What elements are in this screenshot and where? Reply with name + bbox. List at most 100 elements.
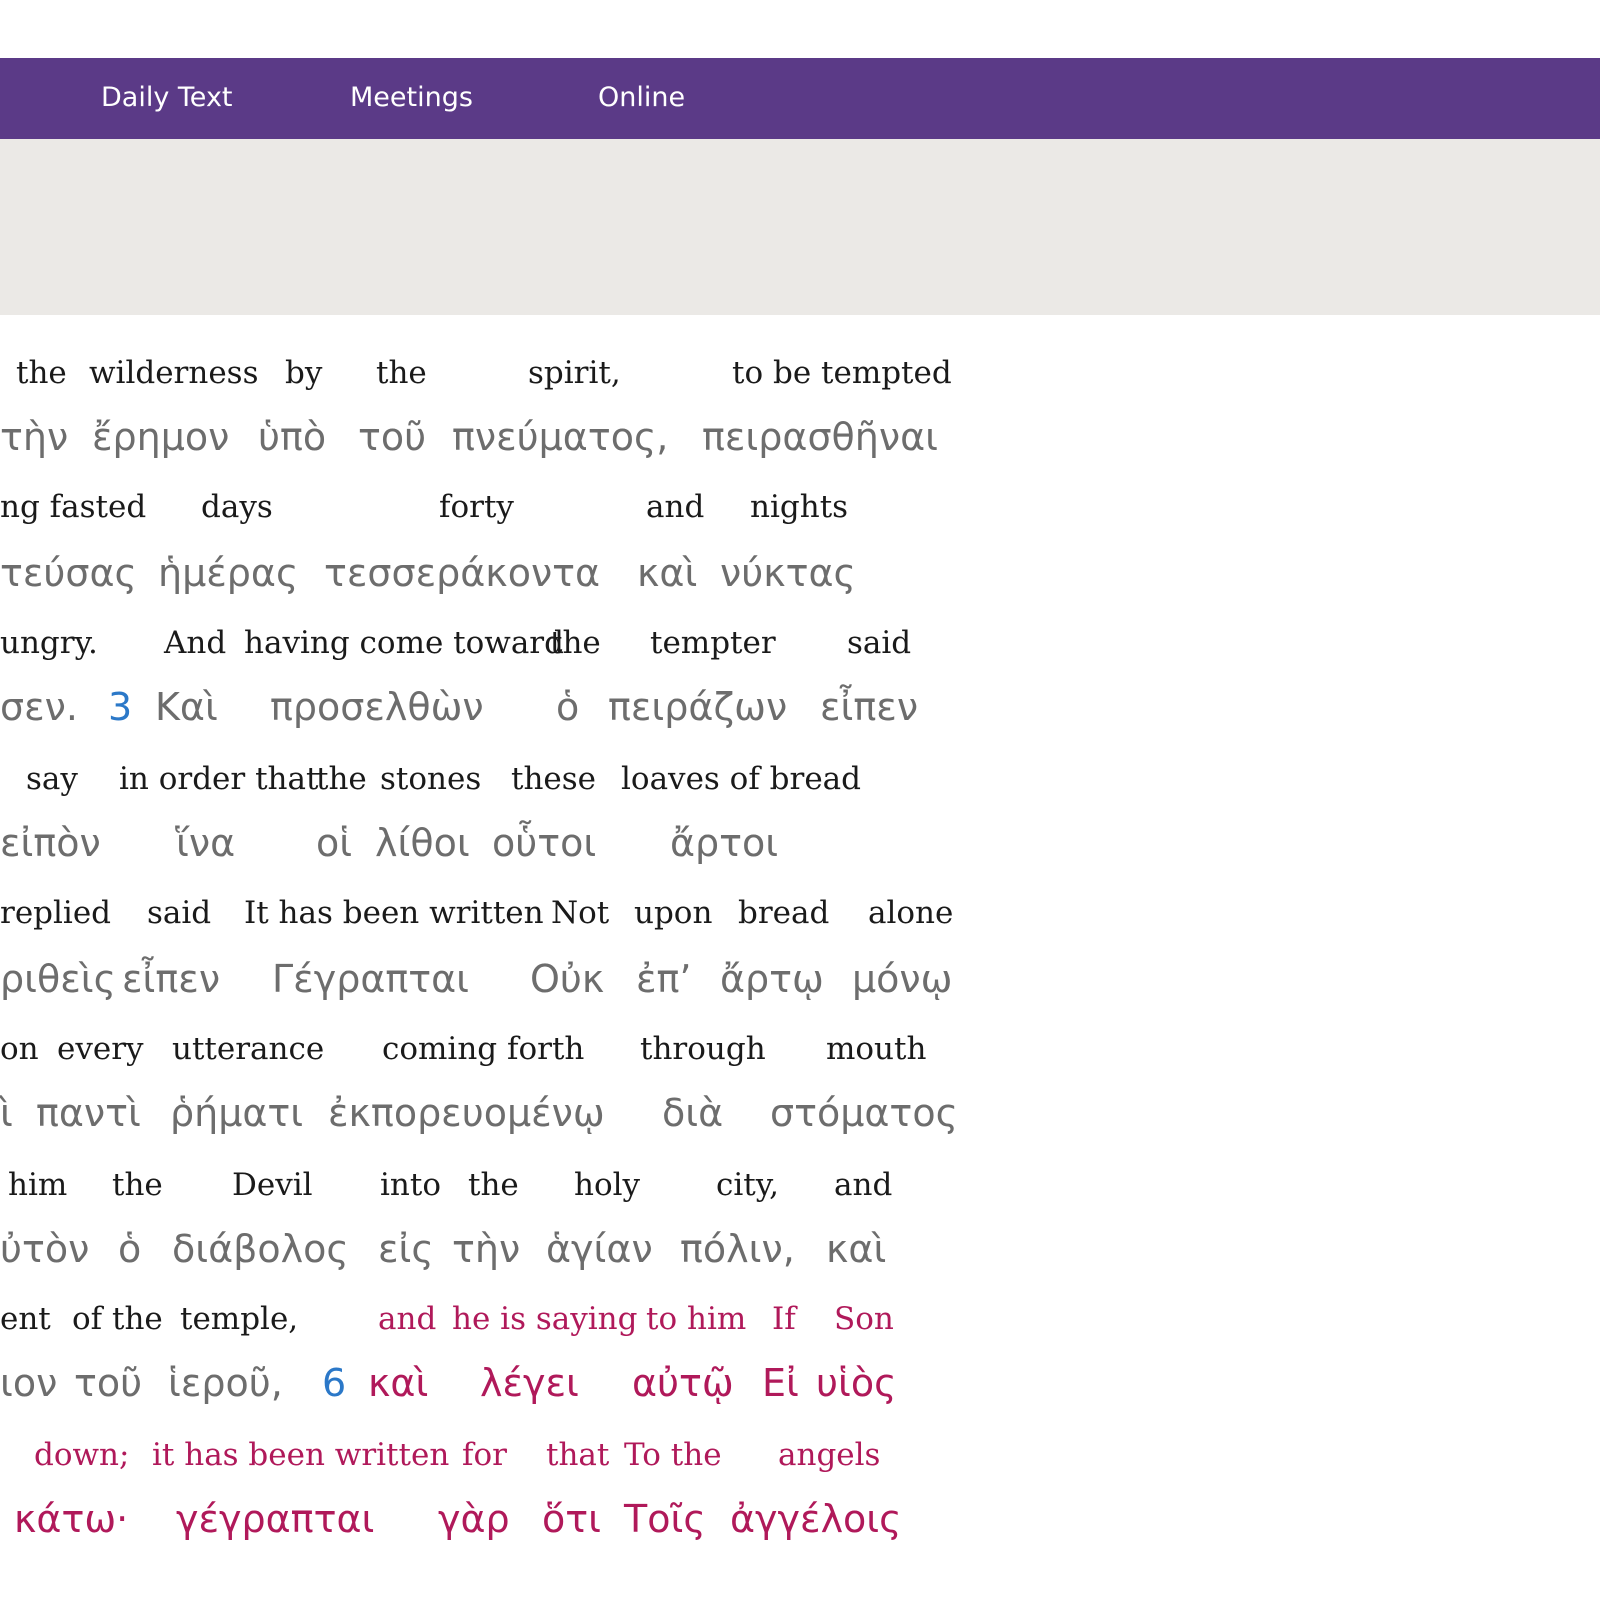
greek-word: ἱεροῦ, bbox=[168, 1361, 283, 1405]
greek-word-red: κάτω· bbox=[14, 1497, 129, 1541]
english-word: holy bbox=[574, 1167, 641, 1203]
greek-word: ὑπὸ bbox=[258, 415, 327, 459]
greek-word-red: γέγραπται bbox=[176, 1497, 375, 1541]
english-word: in order that bbox=[119, 761, 319, 797]
english-word: the bbox=[16, 355, 67, 391]
greek-word: ἔρημον bbox=[92, 415, 230, 459]
english-word: say bbox=[26, 761, 78, 797]
greek-word: ἐκπορευομένῳ bbox=[328, 1091, 605, 1135]
english-word: through bbox=[640, 1031, 766, 1067]
greek-word: ὁ bbox=[556, 685, 580, 729]
english-word-red: If bbox=[772, 1301, 796, 1337]
greek-word-red: καὶ bbox=[368, 1361, 429, 1405]
english-word-red: to him bbox=[646, 1301, 747, 1337]
english-word: and bbox=[834, 1167, 893, 1203]
english-word: by bbox=[285, 355, 323, 391]
greek-word: τοῦ bbox=[358, 415, 427, 459]
greek-word: ἵνα bbox=[176, 821, 236, 865]
english-word: into bbox=[380, 1167, 442, 1203]
english-word: It has been written bbox=[244, 895, 544, 931]
verse-number[interactable]: 6 bbox=[322, 1361, 346, 1405]
english-word: said bbox=[147, 895, 212, 931]
english-word: the bbox=[468, 1167, 519, 1203]
greek-word: λίθοι bbox=[375, 821, 470, 865]
greek-word: τὴν bbox=[0, 415, 69, 459]
nav-meetings-link[interactable]: Meetings bbox=[350, 82, 473, 113]
greek-word: ριθεὶς bbox=[0, 957, 116, 1001]
greek-word: στόματος bbox=[770, 1091, 958, 1135]
greek-word: Οὐκ bbox=[530, 957, 605, 1001]
greek-word-red: λέγει bbox=[480, 1361, 579, 1405]
greek-word: καὶ bbox=[826, 1227, 887, 1271]
greek-word: τεύσας bbox=[0, 551, 137, 595]
greek-word-red: γὰρ bbox=[438, 1497, 510, 1541]
greek-word-red: Εἰ bbox=[762, 1361, 799, 1405]
greek-word: διὰ bbox=[662, 1091, 724, 1135]
greek-word: σεν. bbox=[0, 685, 78, 729]
english-word: replied bbox=[0, 895, 112, 931]
greek-word: ἄρτοι bbox=[670, 821, 779, 865]
greek-word: τὴν bbox=[452, 1227, 521, 1271]
english-word: the bbox=[316, 761, 367, 797]
english-word: loaves of bread bbox=[621, 761, 862, 797]
english-word: these bbox=[511, 761, 597, 797]
english-word: the bbox=[376, 355, 427, 391]
verse-number[interactable]: 3 bbox=[108, 685, 132, 729]
greek-word: διάβολος bbox=[172, 1227, 349, 1271]
greek-word: ἁγίαν bbox=[546, 1227, 653, 1271]
english-word: ng fasted bbox=[0, 489, 147, 525]
greek-word: εἰς bbox=[378, 1227, 434, 1271]
english-word: temple, bbox=[180, 1301, 299, 1337]
greek-word: οἱ bbox=[316, 821, 353, 865]
greek-word-red: αὐτῷ bbox=[632, 1361, 734, 1405]
english-word: the bbox=[550, 625, 601, 661]
english-word: forty bbox=[439, 489, 514, 525]
english-word: him bbox=[8, 1167, 68, 1203]
english-word-red: down; bbox=[34, 1437, 130, 1473]
header-banner bbox=[0, 139, 1600, 315]
english-word: nights bbox=[750, 489, 849, 525]
english-word: stones bbox=[380, 761, 482, 797]
english-word-red: and bbox=[378, 1301, 437, 1337]
english-word: days bbox=[201, 489, 273, 525]
english-word: wilderness bbox=[89, 355, 259, 391]
english-word: the bbox=[112, 1167, 163, 1203]
english-word-red: he is saying bbox=[452, 1301, 638, 1337]
greek-word: εἰπὸν bbox=[0, 821, 101, 865]
greek-word: ῥήματι bbox=[170, 1091, 304, 1135]
main-nav-bar: Daily Text Meetings Online bbox=[0, 58, 1600, 139]
greek-word-red: ἀγγέλοις bbox=[730, 1497, 902, 1541]
english-word: on bbox=[0, 1031, 39, 1067]
english-word-red: that bbox=[546, 1437, 610, 1473]
english-word-red: it has been written bbox=[152, 1437, 450, 1473]
greek-word: ἡμέρας bbox=[158, 551, 299, 595]
greek-word: προσελθὼν bbox=[270, 685, 484, 729]
nav-daily-text-link[interactable]: Daily Text bbox=[101, 82, 233, 113]
greek-word: πόλιν, bbox=[680, 1227, 795, 1271]
english-word: and bbox=[646, 489, 705, 525]
greek-word: πνεύματος, bbox=[452, 415, 669, 459]
greek-word: ιον bbox=[0, 1361, 58, 1405]
greek-word: καὶ bbox=[637, 551, 698, 595]
greek-word: ἐπ’ bbox=[636, 957, 692, 1001]
english-word: Devil bbox=[232, 1167, 313, 1203]
top-strip bbox=[0, 0, 1600, 58]
greek-word-red: υἱὸς bbox=[816, 1361, 897, 1405]
english-word: mouth bbox=[826, 1031, 927, 1067]
english-word: of the bbox=[72, 1301, 163, 1337]
english-word: And bbox=[164, 625, 227, 661]
english-word: upon bbox=[634, 895, 713, 931]
greek-word-red: Τοῖς bbox=[624, 1497, 706, 1541]
greek-word-red: ὅτι bbox=[542, 1497, 601, 1541]
greek-word: ἄρτῳ bbox=[720, 957, 824, 1001]
greek-word: Γέγραπται bbox=[272, 957, 470, 1001]
english-word-red: angels bbox=[778, 1437, 881, 1473]
english-word-red: To the bbox=[624, 1437, 722, 1473]
english-word: coming forth bbox=[382, 1031, 585, 1067]
greek-word: εἶπεν bbox=[122, 957, 221, 1001]
english-word: said bbox=[847, 625, 912, 661]
greek-word: Καὶ bbox=[155, 685, 218, 729]
greek-word: ὁ bbox=[118, 1227, 142, 1271]
nav-online-link[interactable]: Online bbox=[598, 82, 685, 113]
greek-word: οὗτοι bbox=[492, 821, 597, 865]
